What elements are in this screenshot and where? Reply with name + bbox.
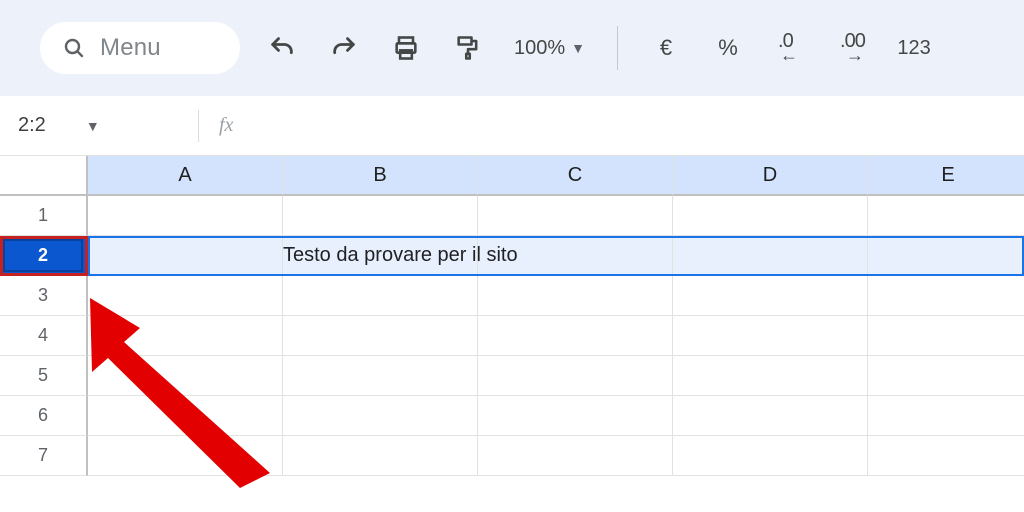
cell-B2-value: Testo da provare per il sito — [283, 244, 518, 267]
cell-A4[interactable] — [88, 316, 283, 356]
row-2: 2 Testo da provare per il sito — [0, 236, 1024, 276]
cell-B3[interactable] — [283, 276, 478, 316]
row-header-3[interactable]: 3 — [0, 276, 88, 316]
col-header-E[interactable]: E — [868, 156, 1024, 196]
separator — [198, 110, 199, 142]
row-header-5[interactable]: 5 — [0, 356, 88, 396]
cell-E2[interactable] — [868, 236, 1024, 276]
paint-format-button[interactable] — [448, 28, 488, 68]
col-header-D[interactable]: D — [673, 156, 868, 196]
cell-C5[interactable] — [478, 356, 673, 396]
search-icon — [62, 36, 86, 60]
cell-A2[interactable] — [88, 236, 283, 276]
row-3: 3 — [0, 276, 1024, 316]
cell-C3[interactable] — [478, 276, 673, 316]
cell-C6[interactable] — [478, 396, 673, 436]
cell-D6[interactable] — [673, 396, 868, 436]
increase-decimal-button[interactable]: .00 → — [832, 32, 872, 64]
column-header-row: A B C D E — [0, 156, 1024, 196]
col-header-A[interactable]: A — [88, 156, 283, 196]
cell-C4[interactable] — [478, 316, 673, 356]
cell-B6[interactable] — [283, 396, 478, 436]
caret-down-icon: ▼ — [86, 118, 100, 134]
cell-A5[interactable] — [88, 356, 283, 396]
row-header-7[interactable]: 7 — [0, 436, 88, 476]
print-button[interactable] — [386, 28, 426, 68]
row-6: 6 — [0, 396, 1024, 436]
redo-button[interactable] — [324, 28, 364, 68]
cell-C1[interactable] — [478, 196, 673, 236]
cell-B4[interactable] — [283, 316, 478, 356]
cell-B5[interactable] — [283, 356, 478, 396]
cell-D3[interactable] — [673, 276, 868, 316]
currency-format-button[interactable]: € — [646, 35, 686, 61]
decrease-decimal-button[interactable]: .0 ← — [770, 32, 810, 64]
cell-A6[interactable] — [88, 396, 283, 436]
row-header-2[interactable]: 2 — [0, 236, 88, 276]
col-header-B[interactable]: B — [283, 156, 478, 196]
cell-E4[interactable] — [868, 316, 1024, 356]
row-header-4[interactable]: 4 — [0, 316, 88, 356]
cell-D4[interactable] — [673, 316, 868, 356]
row-7: 7 — [0, 436, 1024, 476]
zoom-dropdown[interactable]: 100% ▼ — [510, 37, 589, 60]
col-header-C[interactable]: C — [478, 156, 673, 196]
name-box[interactable]: 2:2 ▼ — [18, 114, 178, 137]
cell-E1[interactable] — [868, 196, 1024, 236]
row-5: 5 — [0, 356, 1024, 396]
row-header-1[interactable]: 1 — [0, 196, 88, 236]
cell-A1[interactable] — [88, 196, 283, 236]
cell-A3[interactable] — [88, 276, 283, 316]
percent-format-button[interactable]: % — [708, 35, 748, 61]
toolbar: Menu 100% ▼ € % .0 ← .00 → 123 — [0, 0, 1024, 96]
cell-D2[interactable] — [673, 236, 868, 276]
select-all-corner[interactable] — [0, 156, 88, 196]
cell-E6[interactable] — [868, 396, 1024, 436]
cell-D5[interactable] — [673, 356, 868, 396]
menu-placeholder: Menu — [100, 34, 161, 62]
menu-search[interactable]: Menu — [40, 22, 240, 74]
row-header-6[interactable]: 6 — [0, 396, 88, 436]
cell-B7[interactable] — [283, 436, 478, 476]
row-4: 4 — [0, 316, 1024, 356]
increase-decimal-icon: .00 → — [832, 32, 872, 64]
formula-bar: 2:2 ▼ fx — [0, 96, 1024, 156]
cell-E7[interactable] — [868, 436, 1024, 476]
zoom-value: 100% — [514, 37, 565, 60]
cell-B1[interactable] — [283, 196, 478, 236]
name-box-value: 2:2 — [18, 114, 46, 137]
spreadsheet-grid: A B C D E 1 2 Testo da provare per il si… — [0, 156, 1024, 476]
cell-D1[interactable] — [673, 196, 868, 236]
decrease-decimal-icon: .0 ← — [770, 32, 810, 64]
cell-C7[interactable] — [478, 436, 673, 476]
toolbar-separator — [617, 26, 618, 70]
undo-button[interactable] — [262, 28, 302, 68]
cell-D7[interactable] — [673, 436, 868, 476]
cell-A7[interactable] — [88, 436, 283, 476]
more-formats-button[interactable]: 123 — [894, 37, 934, 60]
cell-E5[interactable] — [868, 356, 1024, 396]
caret-down-icon: ▼ — [571, 40, 585, 56]
cell-E3[interactable] — [868, 276, 1024, 316]
fx-icon: fx — [219, 114, 233, 137]
cell-B2[interactable]: Testo da provare per il sito — [283, 236, 478, 276]
row-1: 1 — [0, 196, 1024, 236]
